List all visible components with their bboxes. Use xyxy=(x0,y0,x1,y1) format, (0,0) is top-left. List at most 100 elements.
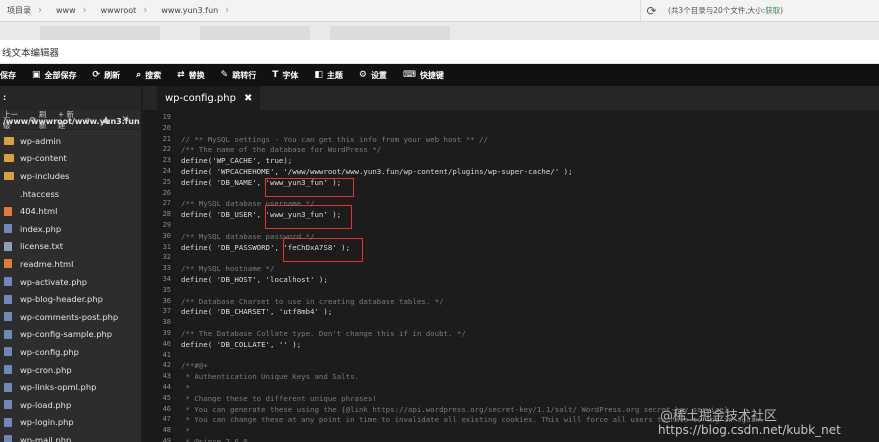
code-line: define( 'DB_CHARSET', 'utf8mb4' ); xyxy=(181,307,333,317)
upload-icon[interactable]: ▲ xyxy=(103,115,110,125)
search-icon: ⌕ xyxy=(136,70,142,80)
code-line: // ** MySQL settings - You can get this … xyxy=(181,134,489,144)
file-name: wp-load.php xyxy=(20,399,72,410)
file-item[interactable]: wp-links-opml.php xyxy=(0,378,141,396)
code-line: define( 'DB_NAME', 'www_yun3_fun' ); xyxy=(181,177,342,187)
breadcrumb-item[interactable]: 项目录 › xyxy=(0,0,49,21)
background-tab xyxy=(330,26,450,40)
file-icon xyxy=(4,329,12,339)
file-icon xyxy=(4,382,12,392)
line-number: 47 xyxy=(162,415,171,424)
window-title: 线文本编辑器 xyxy=(2,48,60,59)
line-number: 23 xyxy=(162,156,171,165)
file-item[interactable]: readme.html xyxy=(0,255,141,273)
refresh-button[interactable]: ⟳ 刷新 xyxy=(93,70,121,81)
search-icon[interactable]: ⌕ xyxy=(85,115,90,125)
file-item[interactable]: wp-comments-post.php xyxy=(0,308,141,326)
save-label: 保存 xyxy=(0,70,16,80)
chevron-right-icon: › xyxy=(143,5,148,16)
close-icon[interactable]: ✕ xyxy=(121,115,129,125)
window-strip xyxy=(0,22,879,40)
file-item[interactable]: index.php xyxy=(0,220,141,238)
code-line: /** MySQL database password */ xyxy=(181,231,315,241)
code-line: /** The name of the database for WordPre… xyxy=(181,145,382,155)
tab-wp-config[interactable]: wp-config.php ✖ xyxy=(157,86,261,110)
file-icon xyxy=(4,312,12,322)
close-tab-icon[interactable]: ✖ xyxy=(244,93,252,104)
address-bar: 项目录 › www › wwwroot › www.yun3.fun › ⟳ (共3个目… xyxy=(0,0,879,22)
file-name: wp-cron.php xyxy=(20,364,72,375)
breadcrumb-item[interactable]: www › xyxy=(49,0,94,21)
search-button[interactable]: ⌕ 搜索 xyxy=(136,70,161,81)
code-line: /**#@+ xyxy=(181,361,208,371)
file-item[interactable]: wp-admin xyxy=(0,132,141,150)
code-line: /** MySQL database username */ xyxy=(181,199,315,209)
file-item[interactable]: license.txt xyxy=(0,238,141,256)
file-item[interactable]: wp-config.php xyxy=(0,343,141,361)
breadcrumb: 项目录 › www › wwwroot › www.yun3.fun › xyxy=(0,0,640,21)
shortcut-icon: ⌨ xyxy=(402,70,416,80)
line-number: 48 xyxy=(162,426,171,435)
theme-button[interactable]: ◧ 主题 xyxy=(314,70,343,81)
line-number: 33 xyxy=(162,264,171,273)
line-number: 29 xyxy=(162,221,171,229)
file-icon xyxy=(4,365,12,375)
line-number: 31 xyxy=(162,242,171,251)
code-line: * You can generate these using the {@lin… xyxy=(181,404,729,414)
line-number-gutter: 19 20 21 22 23 24 25 26 27 28 29 30 31 32 33 34 35 36 37 38… xyxy=(143,110,173,442)
file-icon xyxy=(4,400,12,410)
code-line: define('WP_CACHE', true); xyxy=(181,156,293,166)
line-number: 43 xyxy=(162,372,171,381)
save-button[interactable]: 保存 xyxy=(0,70,16,81)
file-name: readme.html xyxy=(20,258,74,269)
fetch-size-link[interactable]: 获取 xyxy=(765,6,780,15)
line-number: 24 xyxy=(162,167,171,175)
breadcrumb-item[interactable]: www.yun3.fun › xyxy=(154,0,236,21)
line-number: 39 xyxy=(162,329,171,337)
breadcrumb-item[interactable]: wwwroot › xyxy=(94,0,155,21)
file-item[interactable]: wp-blog-header.php xyxy=(0,290,141,308)
folder-icon xyxy=(4,171,14,180)
line-number: 21 xyxy=(162,134,171,143)
font-button[interactable]: T 字体 xyxy=(272,70,298,81)
code-editor[interactable]: // ** MySQL settings - You can get this … xyxy=(173,110,879,442)
shortcuts-button[interactable]: ⌨ 快捷键 xyxy=(403,70,444,81)
up-level-button[interactable]: 上一级 xyxy=(3,109,20,131)
goto-line-button[interactable]: ✎ 跳转行 xyxy=(221,70,257,81)
file-name: index.php xyxy=(20,223,62,234)
sidebar-refresh-button[interactable]: ⟳ 刷新 xyxy=(30,109,48,131)
refresh-icon[interactable]: ⟳ xyxy=(640,0,662,21)
file-item[interactable]: wp-load.php xyxy=(0,396,141,414)
file-icon xyxy=(4,259,12,269)
line-number: 25 xyxy=(162,177,171,186)
refresh-icon: ⟳ xyxy=(92,70,101,80)
file-item[interactable]: wp-activate.php xyxy=(0,273,141,291)
save-all-button[interactable]: ▣ 全部保存 xyxy=(32,70,77,81)
replace-button[interactable]: ⇄ 替换 xyxy=(177,70,205,81)
code-line: define( 'DB_COLLATE', '' ); xyxy=(181,339,302,349)
current-path: : /www/wwwroot/www.yun3.fun xyxy=(0,86,141,126)
file-item[interactable]: .htaccess xyxy=(0,185,141,203)
line-number: 19 xyxy=(162,113,171,121)
line-number: 49 xyxy=(162,437,171,442)
watermark-url: https://blog.csdn.net/kubk_net xyxy=(658,423,841,437)
file-item[interactable]: wp-cron.php xyxy=(0,361,141,379)
file-item[interactable]: 404.html xyxy=(0,202,141,220)
new-file-button[interactable]: + 新建 xyxy=(58,109,76,131)
code-line: define( 'DB_USER', 'www_yun3_fun' ); xyxy=(181,210,342,220)
chevron-right-icon: › xyxy=(82,5,87,16)
file-item[interactable]: wp-includes xyxy=(0,167,141,185)
file-item[interactable]: wp-config-sample.php xyxy=(0,326,141,344)
editor-tab-bar: wp-config.php ✖ xyxy=(143,86,879,110)
file-name: wp-config.php xyxy=(20,346,79,357)
settings-button[interactable]: ⚙ 设置 xyxy=(359,70,387,81)
file-item[interactable]: wp-mail.php xyxy=(0,431,141,442)
code-line: * @since 2.6.0 xyxy=(181,437,248,442)
file-item[interactable]: wp-login.php xyxy=(0,414,141,432)
file-item[interactable]: wp-content xyxy=(0,150,141,168)
line-number: 36 xyxy=(162,296,171,305)
code-line: * xyxy=(181,426,190,436)
line-number: 35 xyxy=(162,285,171,294)
settings-icon: ⚙ xyxy=(358,70,367,80)
file-name: wp-content xyxy=(20,153,67,164)
